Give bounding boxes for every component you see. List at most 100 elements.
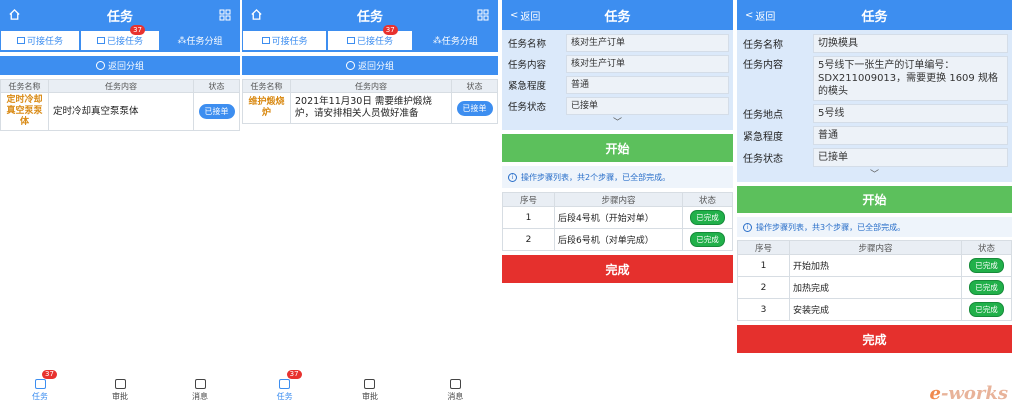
home-icon[interactable]: [8, 8, 21, 21]
page-title: 任务: [106, 9, 133, 25]
tab-messages[interactable]: 消息: [160, 374, 240, 402]
status-badge: 已完成: [969, 258, 1004, 273]
page-title: 任务: [861, 9, 888, 25]
status-badge: 已完成: [690, 232, 725, 247]
segment-control: 可接任务 已接任务 37 ⁂ 任务分组: [0, 25, 240, 52]
segment-accepted-tasks[interactable]: 已接任务 37: [80, 25, 160, 51]
steps-table: 序号 步骤内容 状态 1 开始加热 已完成 2 加热完成 已完成 3 安装完成 …: [737, 240, 1012, 321]
message-icon: [194, 379, 206, 389]
back-button[interactable]: < 返回: [745, 8, 775, 23]
task-name-cell: 定时冷却真空泵泵体: [0, 92, 49, 131]
table-row: 2 加热完成 已完成: [737, 276, 1012, 299]
home-icon[interactable]: [250, 8, 263, 21]
task-detail-screen-1: < 返回 任务 任务名称 核对生产订单 任务内容 核对生产订单 紧急程度 普通 任务状态…: [502, 0, 733, 408]
start-button[interactable]: 开始: [737, 186, 1012, 213]
chevron-down-icon[interactable]: ﹀: [506, 118, 729, 128]
return-icon: [345, 61, 355, 70]
back-button[interactable]: < 返回: [510, 8, 540, 23]
bottom-tab-bar: 37 任务 审批 消息: [242, 370, 498, 402]
header: < 返回 任务: [502, 0, 733, 30]
field-task-status: 任务状态 已接单: [741, 148, 1008, 167]
table-row[interactable]: 定时冷却真空泵泵体 定时冷却真空泵泵体 已接单: [0, 92, 240, 131]
segment-task-group[interactable]: ⁂ 任务分组: [160, 30, 240, 51]
cart-icon: [96, 37, 105, 44]
accepted-count-badge: 37: [382, 25, 398, 35]
table-row[interactable]: 维护煅烧炉 2021年11月30日 需要维护煅烧炉，请安排相关人员做好准备 已接…: [242, 92, 498, 124]
tab-approval[interactable]: 审批: [327, 374, 412, 402]
bottom-tab-bar: 37 任务 审批 消息: [0, 370, 240, 402]
col-step-status: 状态: [961, 240, 1012, 255]
col-task-name: 任务名称: [0, 79, 49, 93]
tasks-icon: [34, 379, 46, 389]
task-list-screen-1: 任务 可接任务 已接任务 37 ⁂ 任务分组 返回分组 任务名称 任务内容 状态 定…: [0, 0, 240, 408]
approval-icon: [364, 379, 376, 389]
watermark-logo: e-works: [929, 383, 1008, 404]
task-table: 任务名称 任务内容 状态 维护煅烧炉 2021年11月30日 需要维护煅烧炉，请…: [242, 79, 498, 124]
task-info: 任务名称 切换模具 任务内容 5号线下一张生产的订单编号：SDX211009013，…: [737, 30, 1012, 182]
header: 任务: [242, 0, 498, 30]
segment-task-group[interactable]: ⁂ 任务分组: [412, 30, 498, 51]
col-status: 状态: [451, 79, 498, 93]
task-content-cell: 定时冷却真空泵泵体: [48, 92, 194, 131]
col-task-content: 任务内容: [48, 79, 194, 93]
page-title: 任务: [604, 9, 631, 25]
segment-available-tasks[interactable]: 可接任务: [0, 30, 80, 51]
task-icon: [16, 37, 25, 44]
col-status: 状态: [193, 79, 240, 93]
field-urgency: 紧急程度 普通: [741, 126, 1008, 145]
return-group-button[interactable]: 返回分组: [242, 56, 498, 75]
cart-icon: [346, 37, 355, 44]
page-title: 任务: [356, 9, 383, 25]
complete-button[interactable]: 完成: [502, 255, 733, 283]
col-task-content: 任务内容: [290, 79, 452, 93]
approval-icon: [114, 379, 126, 389]
steps-tip: i 操作步骤列表，共2个步骤，已全部完成。: [502, 166, 733, 188]
chevron-left-icon: <: [510, 10, 519, 21]
segment-accepted-tasks[interactable]: 已接任务 37: [327, 25, 413, 51]
task-content-cell: 2021年11月30日 需要维护煅烧炉，请安排相关人员做好准备: [290, 92, 452, 124]
task-table: 任务名称 任务内容 状态 定时冷却真空泵泵体 定时冷却真空泵泵体 已接单: [0, 79, 240, 131]
field-task-name: 任务名称 切换模具: [741, 34, 1008, 53]
segment-available-tasks[interactable]: 可接任务: [242, 30, 328, 51]
tasks-icon: [279, 379, 291, 389]
table-row: 3 安装完成 已完成: [737, 298, 1012, 321]
grid-icon[interactable]: [477, 9, 489, 21]
col-step-status: 状态: [682, 192, 733, 207]
col-task-name: 任务名称: [242, 79, 291, 93]
header: < 返回 任务: [737, 0, 1012, 30]
return-group-button[interactable]: 返回分组: [0, 56, 240, 75]
tab-tasks[interactable]: 37 任务: [0, 370, 80, 402]
steps-tip: i 操作步骤列表，共3个步骤，已全部完成。: [737, 217, 1012, 237]
task-name-cell: 维护煅烧炉: [242, 92, 291, 124]
col-no: 序号: [737, 240, 790, 255]
tab-tasks[interactable]: 37 任务: [242, 370, 327, 402]
start-button[interactable]: 开始: [502, 134, 733, 162]
col-step-content: 步骤内容: [789, 240, 962, 255]
field-task-status: 任务状态 已接单: [506, 97, 729, 115]
tasks-badge: 37: [286, 370, 302, 379]
complete-button[interactable]: 完成: [737, 325, 1012, 353]
task-detail-screen-2: < 返回 任务 任务名称 切换模具 任务内容 5号线下一张生产的订单编号：SDX211…: [737, 0, 1012, 408]
status-badge: 已完成: [690, 210, 725, 225]
field-task-location: 任务地点 5号线: [741, 104, 1008, 123]
segment-control: 可接任务 已接任务 37 ⁂ 任务分组: [242, 25, 498, 52]
status-badge: 已完成: [969, 302, 1004, 317]
group-icon: ⁂: [432, 35, 442, 46]
task-list-screen-2: 任务 可接任务 已接任务 37 ⁂ 任务分组 返回分组 任务名称 任务内容 状态 维…: [242, 0, 498, 408]
table-row: 1 后段4号机（开始对单） 已完成: [502, 206, 733, 229]
status-badge[interactable]: 已接单: [198, 104, 235, 119]
header: 任务: [0, 0, 240, 30]
field-task-content: 任务内容 核对生产订单: [506, 55, 729, 73]
tasks-badge: 37: [42, 370, 57, 379]
task-icon: [261, 37, 270, 44]
task-info: 任务名称 核对生产订单 任务内容 核对生产订单 紧急程度 普通 任务状态 已接单 ﹀: [502, 30, 733, 130]
chevron-down-icon[interactable]: ﹀: [741, 170, 1008, 180]
grid-icon[interactable]: [219, 9, 231, 21]
col-no: 序号: [502, 192, 555, 207]
accepted-count-badge: 37: [130, 25, 145, 35]
tab-approval[interactable]: 审批: [80, 374, 160, 402]
message-icon: [449, 379, 461, 389]
tab-messages[interactable]: 消息: [413, 374, 498, 402]
status-badge[interactable]: 已接单: [456, 100, 493, 116]
steps-table: 序号 步骤内容 状态 1 后段4号机（开始对单） 已完成 2 后段6号机（对单完…: [502, 192, 733, 251]
